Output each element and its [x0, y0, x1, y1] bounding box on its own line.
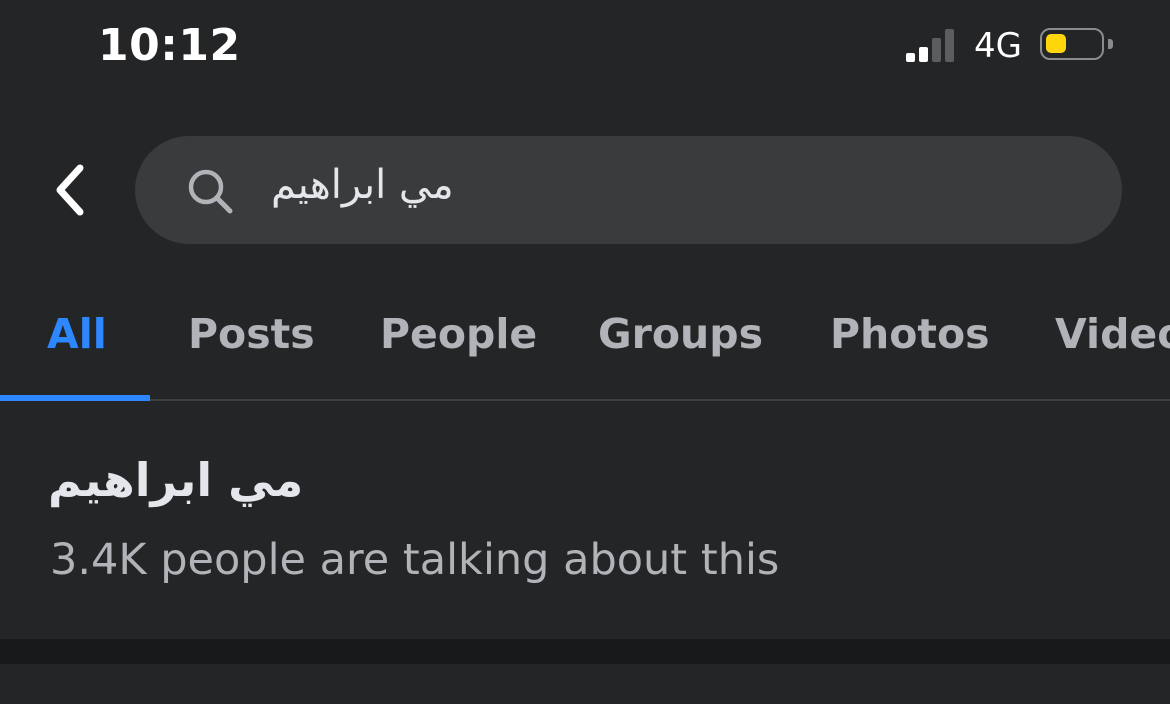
search-query-text[interactable]: مي ابراهيم: [271, 162, 454, 208]
next-result-section: [0, 664, 1170, 704]
network-type: 4G: [974, 26, 1022, 66]
status-time: 10:12: [98, 20, 241, 71]
tab-groups[interactable]: Groups: [598, 310, 763, 358]
tab-people[interactable]: People: [380, 310, 537, 358]
back-button[interactable]: [40, 160, 100, 220]
search-input[interactable]: مي ابراهيم: [135, 136, 1122, 244]
result-title: مي ابراهيم: [48, 453, 304, 507]
section-divider: [0, 639, 1170, 664]
search-results-screen: 10:12 4G مي ابراهيم All Posts People Gro…: [0, 0, 1170, 704]
result-subtitle: 3.4K people are talking about this: [50, 535, 780, 585]
battery-level: [1046, 34, 1066, 53]
filter-tabs: All Posts People Groups Photos Videos: [0, 290, 1170, 401]
tab-posts[interactable]: Posts: [188, 310, 315, 358]
status-bar: 10:12 4G: [0, 0, 1170, 96]
tab-photos[interactable]: Photos: [830, 310, 990, 358]
tab-videos[interactable]: Videos: [1055, 310, 1170, 358]
signal-strength-icon: [906, 28, 958, 62]
search-icon: [188, 169, 233, 214]
battery-nub: [1108, 39, 1113, 49]
chevron-left-icon: [56, 164, 84, 216]
battery-icon: [1040, 28, 1104, 60]
tab-all[interactable]: All: [47, 310, 107, 358]
search-result-item[interactable]: مي ابراهيم 3.4K people are talking about…: [0, 401, 1170, 639]
